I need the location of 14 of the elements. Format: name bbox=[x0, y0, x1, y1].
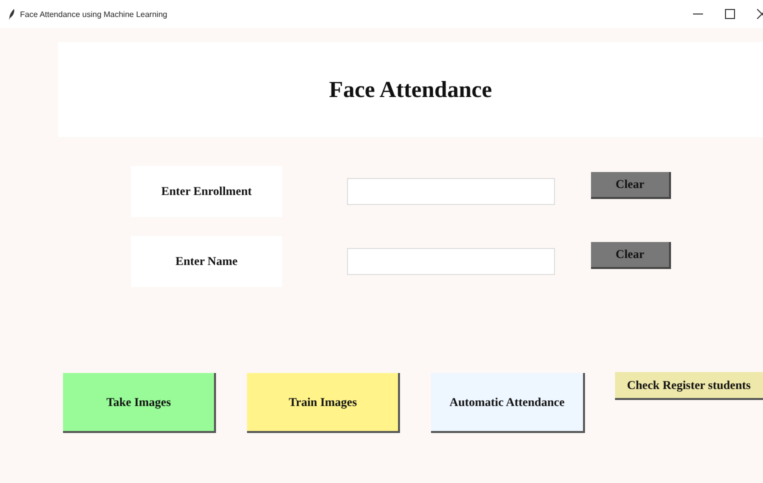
window-title: Face Attendance using Machine Learning bbox=[20, 10, 168, 18]
app-title: Face Attendance bbox=[329, 76, 492, 102]
check-register-button[interactable]: Check Register students bbox=[614, 372, 763, 400]
clear-button[interactable]: Clear bbox=[591, 242, 671, 269]
action-button[interactable]: Automatic Attendance bbox=[431, 373, 585, 433]
field-label: Enter Enrollment bbox=[131, 166, 282, 217]
clear-button[interactable]: Clear bbox=[591, 172, 671, 199]
action-button[interactable]: Train Images bbox=[247, 373, 400, 433]
maximize-icon[interactable] bbox=[725, 9, 735, 19]
feather-icon bbox=[9, 8, 15, 20]
action-button[interactable]: Take Images bbox=[63, 373, 216, 433]
field-label: Enter Name bbox=[131, 236, 282, 287]
input-field[interactable] bbox=[347, 248, 555, 275]
input-field[interactable] bbox=[347, 178, 555, 205]
